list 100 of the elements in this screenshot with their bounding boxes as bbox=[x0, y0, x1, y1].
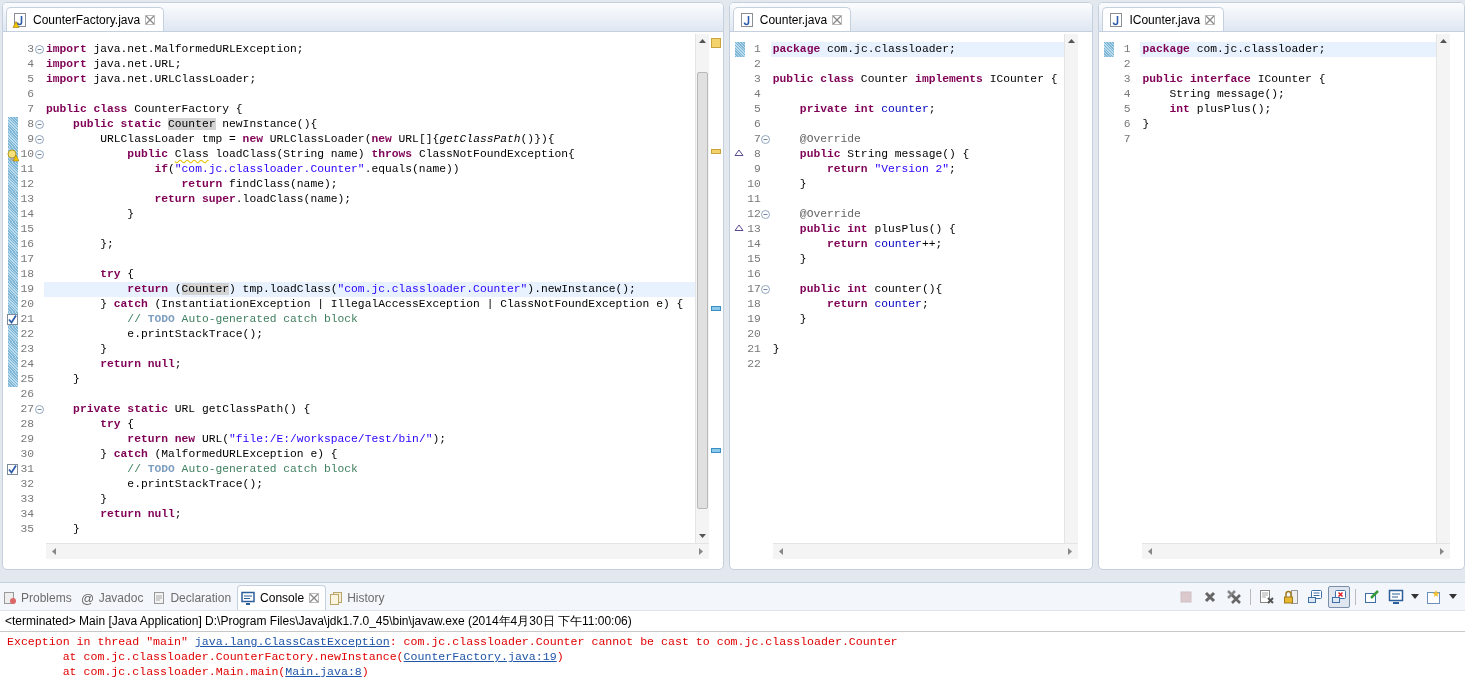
code-line: @Override bbox=[798, 132, 862, 147]
editor-tab[interactable]: CounterFactory.java bbox=[6, 7, 165, 31]
left-arrow-icon[interactable] bbox=[778, 548, 783, 555]
new-page-icon bbox=[1426, 588, 1442, 605]
close-icon[interactable] bbox=[832, 14, 843, 25]
line-number: 8 bbox=[26, 117, 34, 132]
console-output-line: at com.jc.classloader.Main.main(Main.java:8) bbox=[61, 664, 370, 679]
code-line: } bbox=[798, 312, 808, 327]
collapse-icon[interactable] bbox=[34, 150, 44, 159]
line-number: 22 bbox=[746, 357, 761, 372]
collapse-icon[interactable] bbox=[761, 285, 771, 294]
vertical-scrollbar[interactable] bbox=[1064, 34, 1079, 543]
document-icon bbox=[152, 591, 167, 605]
code-line: }; bbox=[99, 237, 115, 252]
line-number: 29 bbox=[19, 432, 34, 447]
code-line: public interface ICounter { bbox=[1141, 72, 1327, 87]
right-arrow-icon[interactable] bbox=[698, 548, 703, 555]
line-number: 27 bbox=[19, 402, 34, 417]
line-number: 5 bbox=[1122, 102, 1131, 117]
collapse-icon[interactable] bbox=[34, 135, 44, 144]
line-number: 35 bbox=[19, 522, 34, 537]
view-tab[interactable]: Problems bbox=[0, 586, 78, 610]
editor-tab[interactable]: ICounter.java bbox=[1102, 7, 1225, 31]
pencil-icon bbox=[1364, 588, 1380, 605]
view-tab[interactable]: @ Javadoc bbox=[77, 586, 150, 610]
page-cross-icon bbox=[1259, 588, 1275, 605]
up-arrow-icon[interactable] bbox=[1068, 39, 1076, 43]
code-line: // TODO Auto-generated catch block bbox=[126, 312, 359, 327]
close-icon[interactable] bbox=[309, 593, 320, 603]
vertical-scrollbar[interactable] bbox=[1436, 34, 1450, 543]
left-arrow-icon[interactable] bbox=[52, 548, 56, 555]
line-number: 16 bbox=[19, 237, 34, 252]
code-line: return counter; bbox=[825, 297, 930, 312]
line-number: 4 bbox=[1122, 87, 1131, 102]
code-line: e.printStackTrace(); bbox=[126, 327, 264, 342]
view-tab[interactable]: History bbox=[326, 586, 391, 610]
right-arrow-icon[interactable] bbox=[1068, 548, 1073, 555]
close-icon[interactable] bbox=[145, 14, 156, 25]
code-line: } bbox=[99, 492, 108, 507]
collapse-icon[interactable] bbox=[34, 405, 44, 414]
line-number: 3 bbox=[752, 72, 761, 87]
lock-icon bbox=[1283, 588, 1299, 605]
line-number: 2 bbox=[752, 57, 761, 72]
stack-trace-link[interactable]: CounterFactory.java:19 bbox=[403, 650, 557, 663]
triangle-icon[interactable] bbox=[733, 149, 744, 156]
problems-icon bbox=[3, 591, 17, 605]
stack-trace-link[interactable]: Main.java:8 bbox=[285, 665, 362, 678]
line-number: 19 bbox=[746, 312, 761, 327]
triangle-icon[interactable] bbox=[733, 224, 744, 231]
code-line: import java.net.URL; bbox=[45, 57, 183, 72]
horizontal-scrollbar[interactable] bbox=[46, 543, 709, 559]
code-line: String message(); bbox=[1168, 87, 1286, 102]
line-number: 11 bbox=[19, 162, 34, 177]
stack-trace-link[interactable]: java.lang.ClassCastException bbox=[194, 635, 390, 648]
line-number: 13 bbox=[19, 192, 34, 207]
collapse-icon[interactable] bbox=[761, 210, 771, 219]
up-arrow-icon[interactable] bbox=[1440, 39, 1447, 43]
line-number: 18 bbox=[19, 267, 34, 282]
right-arrow-icon[interactable] bbox=[1440, 548, 1444, 555]
line-number: 23 bbox=[19, 342, 34, 357]
line-number: 9 bbox=[26, 132, 34, 147]
code-line: return findClass(name); bbox=[180, 177, 339, 192]
code-line: return "Version 2"; bbox=[825, 162, 957, 177]
line-number: 12 bbox=[19, 177, 34, 192]
vertical-scrollbar[interactable] bbox=[694, 34, 709, 543]
code-line: import java.net.URLClassLoader; bbox=[45, 72, 258, 87]
close-icon[interactable] bbox=[1205, 14, 1216, 25]
code-line: } catch (MalformedURLException e) { bbox=[99, 447, 339, 462]
code-line: try { bbox=[99, 267, 136, 282]
line-number: 5 bbox=[752, 102, 761, 117]
code-line: public int counter(){ bbox=[798, 282, 944, 297]
collapse-icon[interactable] bbox=[34, 45, 44, 54]
stop-icon bbox=[1179, 589, 1193, 604]
editor-tab[interactable]: Counter.java bbox=[732, 7, 852, 31]
horizontal-scrollbar[interactable] bbox=[772, 543, 1079, 559]
code-line: } bbox=[126, 207, 136, 222]
task-checkbox-icon[interactable] bbox=[7, 464, 18, 475]
code-line: e.printStackTrace(); bbox=[126, 477, 264, 492]
code-line: return new URL("file:/E:/workspace/Test/bin/"); bbox=[126, 432, 447, 447]
collapse-icon[interactable] bbox=[761, 135, 771, 144]
code-line: @Override bbox=[798, 207, 862, 222]
line-number: 33 bbox=[19, 492, 34, 507]
code-line: } catch (InstantiationException | IllegalAccessException | ClassNotFoundException e) { bbox=[99, 297, 685, 312]
task-marker[interactable] bbox=[710, 305, 721, 311]
toolbar-button[interactable] bbox=[1328, 585, 1350, 608]
left-arrow-icon[interactable] bbox=[1148, 548, 1153, 555]
monitor-icon bbox=[1388, 588, 1404, 605]
code-line: try { bbox=[99, 417, 136, 432]
warning-marker[interactable] bbox=[710, 149, 721, 155]
view-tab[interactable]: Console bbox=[237, 585, 327, 610]
code-line: private static URL getClassPath() { bbox=[72, 402, 312, 417]
warning-summary-marker[interactable] bbox=[710, 38, 721, 48]
code-line: } bbox=[798, 252, 808, 267]
code-line: } bbox=[771, 342, 781, 357]
task-marker[interactable] bbox=[710, 447, 721, 453]
horizontal-scrollbar[interactable] bbox=[1142, 543, 1450, 559]
up-arrow-icon[interactable] bbox=[698, 39, 706, 43]
down-arrow-icon[interactable] bbox=[698, 534, 706, 538]
view-tab[interactable]: Declaration bbox=[149, 586, 238, 610]
collapse-icon[interactable] bbox=[34, 120, 44, 129]
